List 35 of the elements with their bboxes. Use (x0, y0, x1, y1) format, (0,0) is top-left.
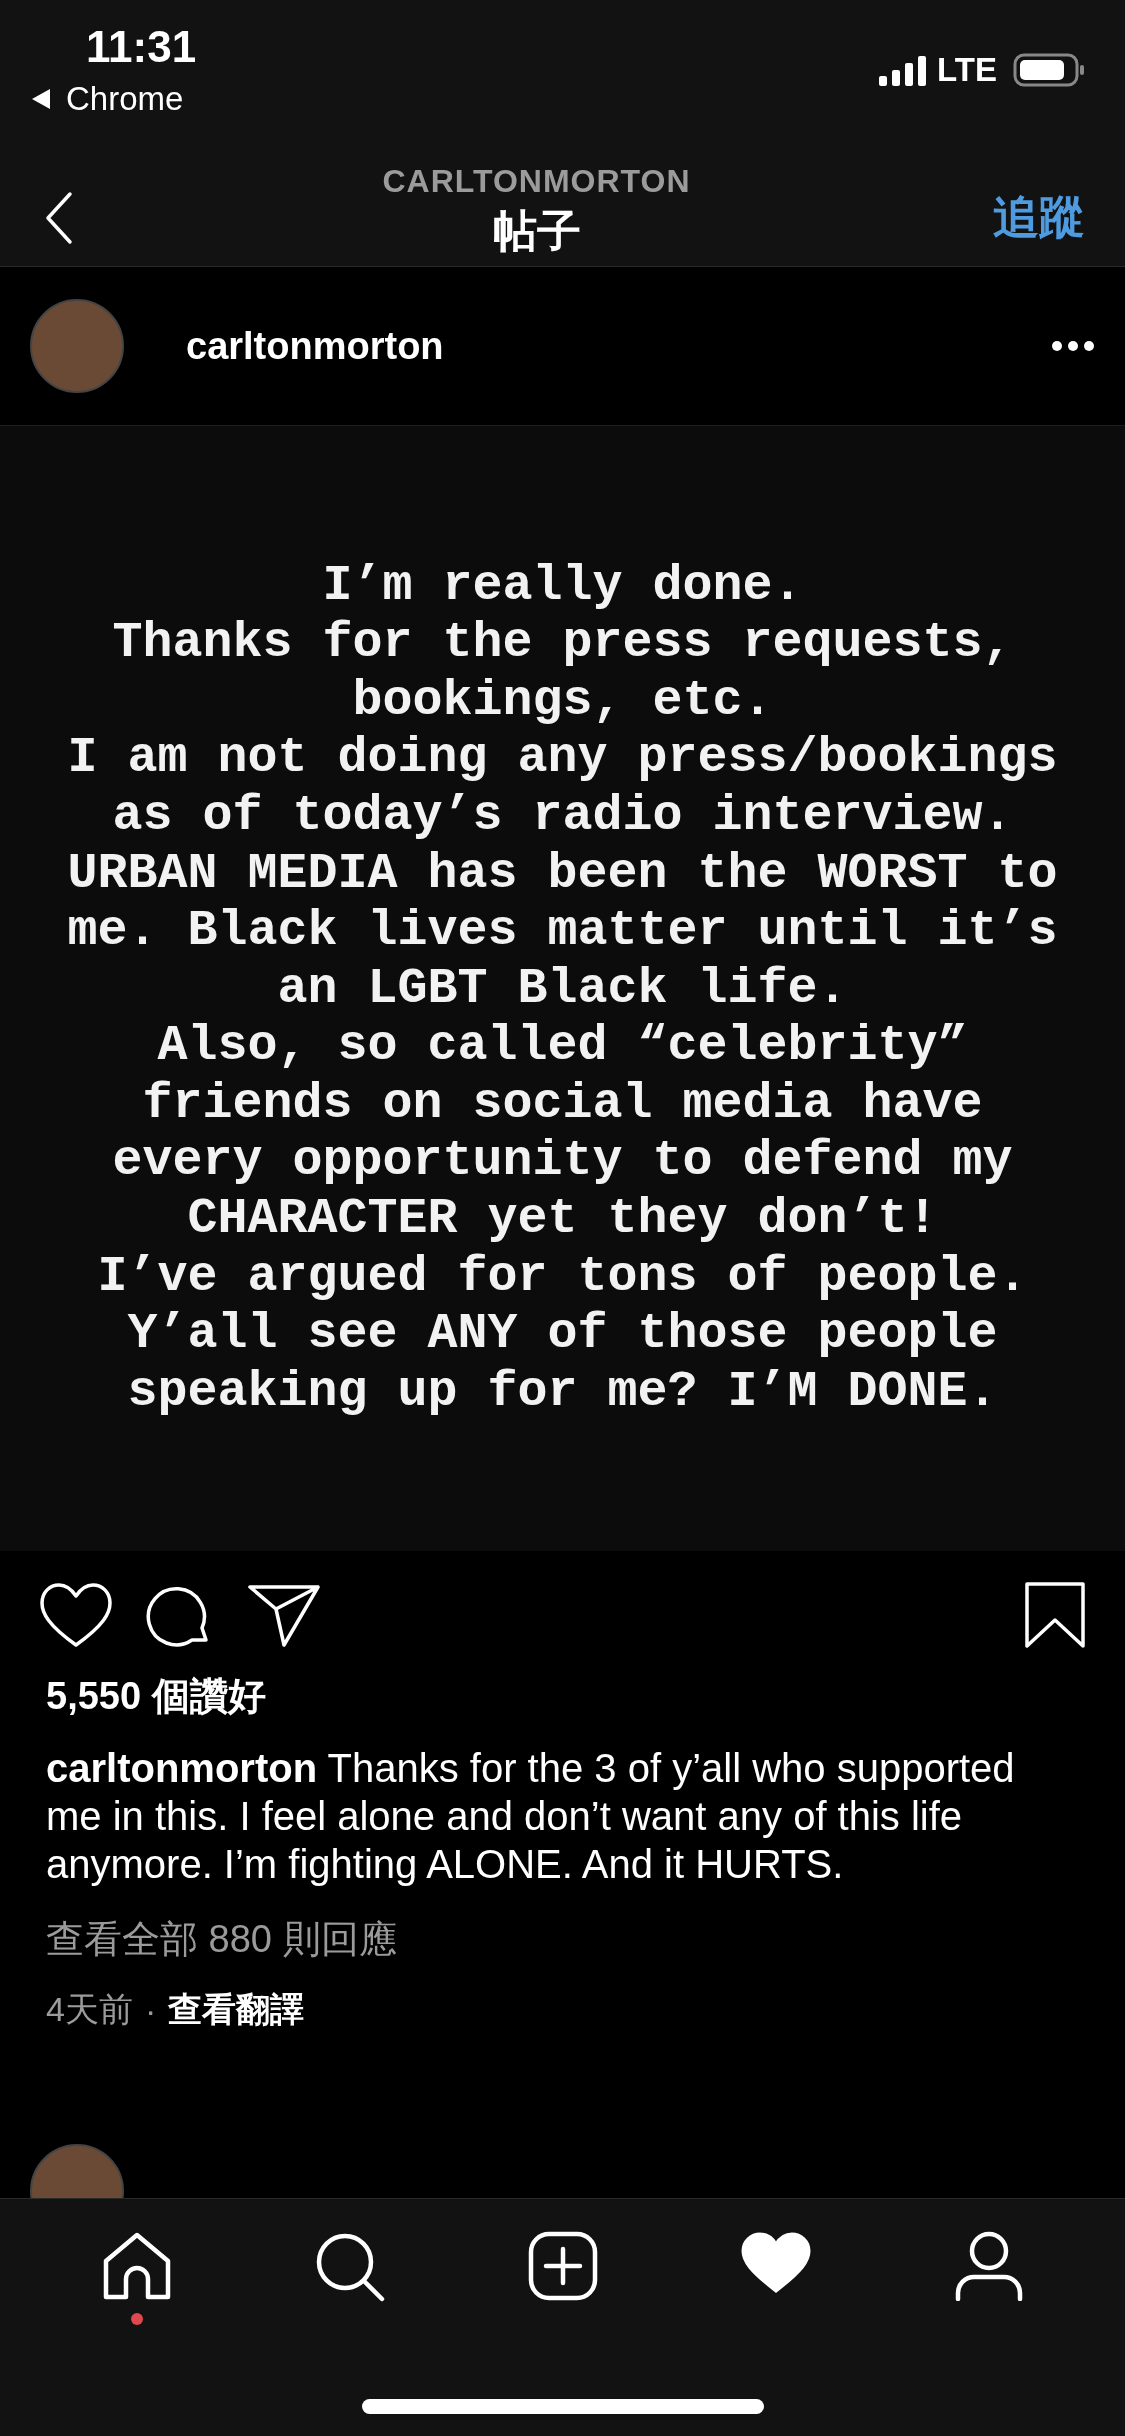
battery-icon (1013, 53, 1085, 87)
translate-link[interactable]: 查看翻譯 (168, 1987, 305, 2033)
caption-text: carltonmorton Thanks for the 3 of y’all who supported me in this. I feel alone and don’t want any of this life anymore. I’m fighting ALONE. And it HURTS. (46, 1745, 1016, 1888)
image-text-line: URBAN MEDIA has been the WORST to (67, 844, 1058, 903)
image-text-line: friends on social media have (142, 1074, 983, 1133)
image-text-line: bookings, etc. (352, 671, 773, 730)
view-comments-link[interactable]: 查看全部 880 則回應 (46, 1914, 1079, 1965)
profile-icon[interactable] (954, 2231, 1023, 2301)
more-icon[interactable] (1051, 340, 1095, 352)
follow-button[interactable]: 追蹤 (993, 187, 1085, 249)
separator-dot: · (144, 1990, 157, 2030)
image-text-line: Y’all see ANY of those people (127, 1305, 998, 1363)
home-icon[interactable] (101, 2231, 172, 2301)
image-text-line: Thanks for the press requests, (112, 614, 1013, 672)
image-text-line: I’m really done. (322, 556, 803, 615)
status-time: 11:31 (86, 22, 197, 72)
back-triangle-icon[interactable] (30, 87, 52, 111)
image-text-line: I am not doing any press/bookings (67, 729, 1058, 787)
add-icon[interactable] (527, 2231, 598, 2301)
page-title: 帖子 (492, 205, 581, 257)
image-text-line: an LGBT Black life. (277, 959, 848, 1018)
image-text-line: every opportunity to defend my (112, 1132, 1013, 1191)
image-text-line: as of today’s radio interview. (112, 786, 1013, 845)
image-text-line: I’ve argued for tons of people. (97, 1247, 1028, 1306)
profile-name: CARLTONMORTON (382, 163, 691, 200)
image-text-line: me. Black lives matter until it’s (67, 902, 1058, 960)
image-text-line: CHARACTER yet they don’t! (187, 1190, 938, 1248)
like-count[interactable]: 5,550 個讚好 (46, 1671, 1079, 1722)
image-text-line: Also, so called “celebrity” (157, 1017, 968, 1075)
back-app-link[interactable]: Chrome (66, 80, 184, 118)
network-label: LTE (937, 51, 997, 89)
username[interactable]: carltonmorton (186, 324, 1051, 368)
image-text-line: speaking up for me? I’M DONE. (127, 1362, 998, 1421)
heart-icon[interactable] (739, 2231, 812, 2295)
post-time: 4天前 (46, 1989, 133, 2030)
